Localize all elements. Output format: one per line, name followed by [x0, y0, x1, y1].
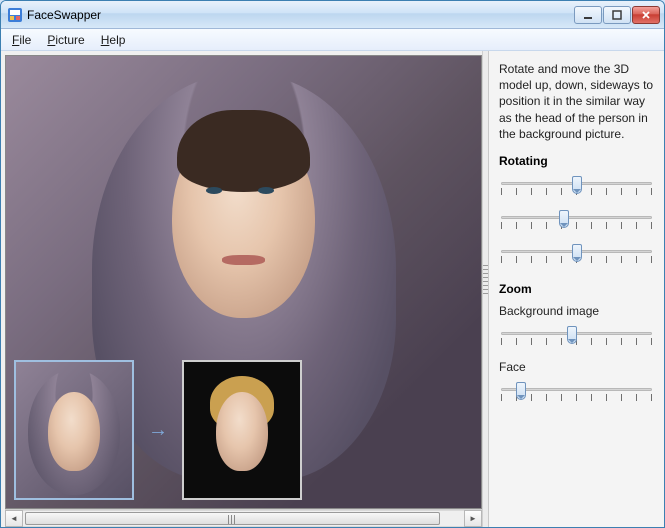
window-controls [574, 6, 660, 24]
slider-thumb[interactable] [572, 244, 582, 262]
close-button[interactable] [632, 6, 660, 24]
splitter[interactable] [482, 51, 488, 527]
slider-thumb[interactable] [559, 210, 569, 228]
scroll-track[interactable] [23, 510, 464, 527]
rotate-slider-1[interactable] [499, 176, 654, 202]
instruction-text: Rotate and move the 3D model up, down, s… [499, 61, 654, 142]
scroll-left-button[interactable]: ◄ [5, 510, 23, 527]
horizontal-scrollbar[interactable]: ◄ ► [5, 509, 482, 527]
thumbnail-face[interactable] [182, 360, 302, 500]
titlebar[interactable]: FaceSwapper [1, 1, 664, 29]
minimize-button[interactable] [574, 6, 602, 24]
maximize-icon [612, 10, 622, 20]
zoom-bg-slider[interactable] [499, 326, 654, 352]
zoom-face-label: Face [499, 360, 654, 374]
window-title: FaceSwapper [27, 8, 574, 22]
canvas-wrap: → ◄ ► [1, 51, 482, 527]
zoom-bg-label: Background image [499, 304, 654, 318]
lips [222, 255, 265, 265]
chevron-left-icon: ◄ [10, 514, 18, 523]
slider-thumb[interactable] [567, 326, 577, 344]
slider-thumb[interactable] [516, 382, 526, 400]
side-panel: Rotate and move the 3D model up, down, s… [488, 51, 664, 527]
scroll-thumb[interactable] [25, 512, 440, 525]
hair-region [177, 110, 310, 191]
rotate-slider-2[interactable] [499, 210, 654, 236]
zoom-group-title: Zoom [499, 282, 654, 296]
client-area: → ◄ ► Rotate and move the 3D [1, 51, 664, 527]
menu-picture[interactable]: Picture [40, 31, 91, 49]
menu-help[interactable]: Help [94, 31, 133, 49]
splitter-grip-icon [483, 265, 488, 295]
rotate-slider-3[interactable] [499, 244, 654, 270]
menu-file[interactable]: File [5, 31, 38, 49]
scroll-right-button[interactable]: ► [464, 510, 482, 527]
rotating-group-title: Rotating [499, 154, 654, 168]
thumbnail-strip: → [14, 360, 302, 500]
close-icon [641, 10, 651, 20]
slider-thumb[interactable] [572, 176, 582, 194]
zoom-face-slider[interactable] [499, 382, 654, 408]
chevron-right-icon: ► [469, 514, 477, 523]
maximize-button[interactable] [603, 6, 631, 24]
app-icon [7, 7, 23, 23]
thumbnail-background[interactable] [14, 360, 134, 500]
slider-ticks [501, 222, 652, 230]
arrow-icon: → [148, 419, 168, 442]
app-window: FaceSwapper File Picture Help [0, 0, 665, 528]
canvas[interactable]: → [5, 55, 482, 509]
menubar: File Picture Help [1, 29, 664, 51]
minimize-icon [583, 10, 593, 20]
